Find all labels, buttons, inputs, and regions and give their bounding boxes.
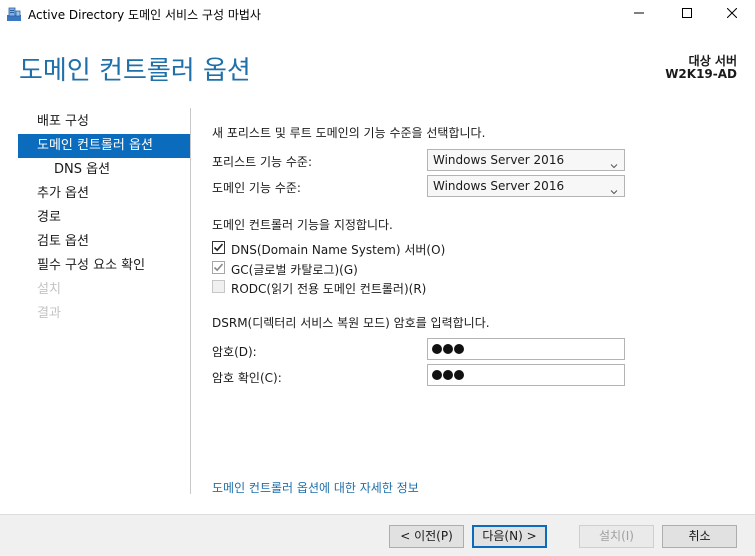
- nav-item-label: DNS 옵션: [54, 162, 111, 177]
- previous-button[interactable]: < 이전(P): [389, 525, 464, 548]
- nav-item-results: 결과: [18, 302, 190, 326]
- nav-item-label: 배포 구성: [37, 114, 89, 129]
- title-bar: Active Directory 도메인 서비스 구성 마법사: [0, 0, 755, 28]
- nav-item-prerequisites-check[interactable]: 필수 구성 요소 확인: [18, 254, 190, 278]
- nav-item-label: 도메인 컨트롤러 옵션: [37, 138, 153, 153]
- nav-item-dc-options[interactable]: 도메인 컨트롤러 옵션: [18, 134, 190, 158]
- nav-item-deployment-configuration[interactable]: 배포 구성: [18, 110, 190, 134]
- server-manager-icon: [6, 6, 22, 22]
- minimize-icon: [634, 7, 644, 21]
- close-icon: [726, 7, 738, 21]
- nav-item-label: 추가 옵션: [37, 186, 89, 201]
- check-icon: [213, 263, 224, 272]
- forest-level-value: Windows Server 2016: [433, 153, 565, 167]
- dsrm-heading: DSRM(디렉터리 서비스 복원 모드) 암호를 입력합니다.: [212, 316, 490, 330]
- confirm-password-input[interactable]: [427, 364, 625, 386]
- install-button: 설치(I): [579, 525, 654, 548]
- close-button[interactable]: [709, 0, 755, 28]
- domain-level-label: 도메인 기능 수준:: [212, 181, 301, 195]
- forest-level-select[interactable]: Windows Server 2016: [427, 149, 625, 171]
- password-label: 암호(D):: [212, 345, 257, 359]
- chevron-down-icon: [610, 156, 618, 169]
- cancel-button[interactable]: 취소: [662, 525, 737, 548]
- nav-item-installation: 설치: [18, 278, 190, 302]
- minimize-button[interactable]: [616, 0, 662, 28]
- nav-divider: [190, 108, 191, 494]
- more-info-link[interactable]: 도메인 컨트롤러 옵션에 대한 자세한 정보: [212, 479, 419, 496]
- page-title: 도메인 컨트롤러 옵션: [19, 56, 251, 86]
- nav-item-review-options[interactable]: 검토 옵션: [18, 230, 190, 254]
- rodc-checkbox: [212, 280, 225, 293]
- nav-item-label: 설치: [37, 282, 61, 297]
- global-catalog-checkbox: [212, 261, 225, 274]
- nav-item-paths[interactable]: 경로: [18, 206, 190, 230]
- target-server-name: W2K19-AD: [665, 67, 737, 81]
- wizard-nav: 배포 구성 도메인 컨트롤러 옵션 DNS 옵션 추가 옵션 경로 검토 옵션 …: [18, 110, 190, 326]
- forest-level-label: 포리스트 기능 수준:: [212, 155, 312, 169]
- nav-item-label: 필수 구성 요소 확인: [37, 258, 146, 273]
- dns-server-checkbox[interactable]: [212, 241, 225, 254]
- footer-bar: < 이전(P) 다음(N) > 설치(I) 취소: [0, 514, 755, 556]
- capabilities-heading: 도메인 컨트롤러 기능을 지정합니다.: [212, 218, 393, 232]
- nav-item-label: 검토 옵션: [37, 234, 89, 249]
- nav-item-label: 경로: [37, 210, 61, 225]
- next-button[interactable]: 다음(N) >: [472, 525, 547, 548]
- nav-item-additional-options[interactable]: 추가 옵션: [18, 182, 190, 206]
- rodc-label: RODC(읽기 전용 도메인 컨트롤러)(R): [231, 282, 427, 296]
- window-title: Active Directory 도메인 서비스 구성 마법사: [28, 8, 261, 22]
- nav-item-dns-options[interactable]: DNS 옵션: [18, 158, 190, 182]
- functional-level-heading: 새 포리스트 및 루트 도메인의 기능 수준을 선택합니다.: [212, 126, 486, 140]
- domain-level-value: Windows Server 2016: [433, 179, 565, 193]
- confirm-password-label: 암호 확인(C):: [212, 371, 282, 385]
- global-catalog-label: GC(글로벌 카탈로그)(G): [231, 263, 358, 277]
- check-icon: [213, 243, 224, 252]
- dns-server-label: DNS(Domain Name System) 서버(O): [231, 243, 446, 257]
- domain-level-select[interactable]: Windows Server 2016: [427, 175, 625, 197]
- password-input[interactable]: [427, 338, 625, 360]
- chevron-down-icon: [610, 182, 618, 195]
- nav-item-label: 결과: [37, 306, 61, 321]
- maximize-icon: [682, 7, 692, 21]
- maximize-button[interactable]: [664, 0, 710, 28]
